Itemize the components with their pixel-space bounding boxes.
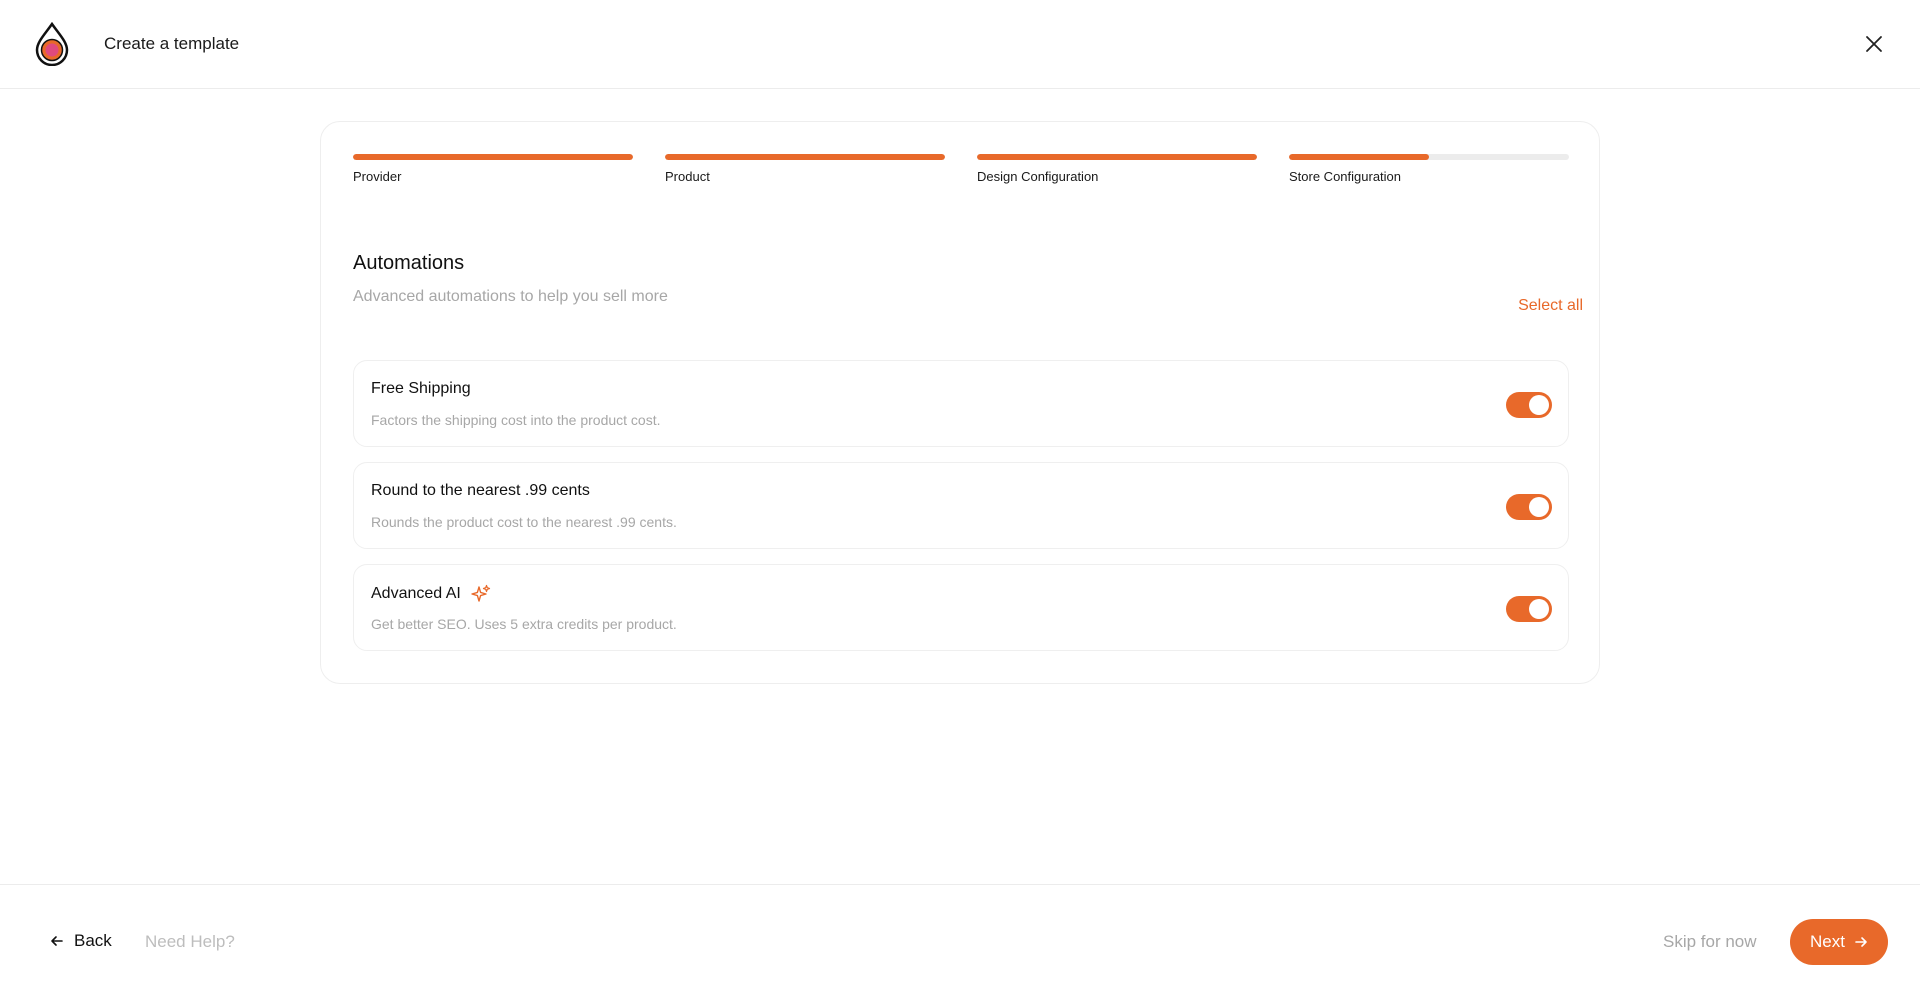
back-label: Back [74, 931, 112, 950]
arrow-left-icon [51, 936, 63, 946]
step-label: Product [665, 169, 710, 184]
advanced-ai-toggle[interactable] [1506, 596, 1552, 622]
need-help-link[interactable]: Need Help? [145, 932, 235, 952]
toggle-knob [1529, 497, 1549, 517]
next-label: Next [1810, 932, 1845, 951]
option-round-99-cents: Round to the nearest .99 cents Rounds th… [353, 462, 1569, 549]
option-title-text: Round to the nearest .99 cents [371, 482, 590, 499]
step-track [977, 154, 1257, 160]
arrow-right-icon [1855, 937, 1867, 947]
step-provider: Provider [353, 154, 633, 184]
option-title: Round to the nearest .99 cents [371, 482, 590, 500]
skip-button[interactable]: Skip for now [1663, 932, 1757, 952]
step-track [665, 154, 945, 160]
option-free-shipping: Free Shipping Factors the shipping cost … [353, 360, 1569, 447]
option-title: Advanced AI [371, 584, 491, 604]
section-title: Automations [353, 252, 465, 274]
option-description: Get better SEO. Uses 5 extra credits per… [371, 616, 677, 632]
step-fill [977, 154, 1257, 160]
option-title-text: Advanced AI [371, 585, 461, 602]
option-description: Factors the shipping cost into the produ… [371, 412, 661, 428]
header: Create a template [0, 0, 1920, 89]
progress-steps: Provider Product Design Configuration St… [353, 154, 1569, 184]
select-all-button[interactable]: Select all [1518, 297, 1583, 315]
sparkle-icon [471, 584, 490, 602]
step-label: Provider [353, 169, 402, 184]
step-fill [665, 154, 945, 160]
footer: Back Need Help? Skip for now Next [0, 884, 1920, 995]
step-store-configuration: Store Configuration [1289, 154, 1569, 184]
section-subtitle: Advanced automations to help you sell mo… [353, 288, 668, 305]
step-fill [1289, 154, 1429, 160]
step-label: Store Configuration [1289, 169, 1402, 184]
back-button[interactable]: Back [50, 931, 112, 951]
free-shipping-toggle[interactable] [1506, 392, 1552, 418]
option-title-text: Free Shipping [371, 380, 471, 397]
step-track [353, 154, 633, 160]
page-title: Create a template [104, 34, 240, 53]
round-99-cents-toggle[interactable] [1506, 494, 1552, 520]
step-track [1289, 154, 1569, 160]
option-title: Free Shipping [371, 380, 471, 398]
toggle-knob [1529, 395, 1549, 415]
toggle-knob [1529, 599, 1549, 619]
step-product: Product [665, 154, 945, 184]
close-icon[interactable] [1862, 32, 1886, 56]
option-description: Rounds the product cost to the nearest .… [371, 514, 677, 530]
next-button[interactable]: Next [1790, 919, 1888, 965]
automations-card: Provider Product Design Configuration St… [320, 121, 1600, 684]
step-fill [353, 154, 633, 160]
step-design-configuration: Design Configuration [977, 154, 1257, 184]
step-label: Design Configuration [977, 169, 1099, 184]
option-advanced-ai: Advanced AI Get better SEO. Uses 5 extra… [353, 564, 1569, 651]
droplet-logo-icon [35, 22, 69, 66]
